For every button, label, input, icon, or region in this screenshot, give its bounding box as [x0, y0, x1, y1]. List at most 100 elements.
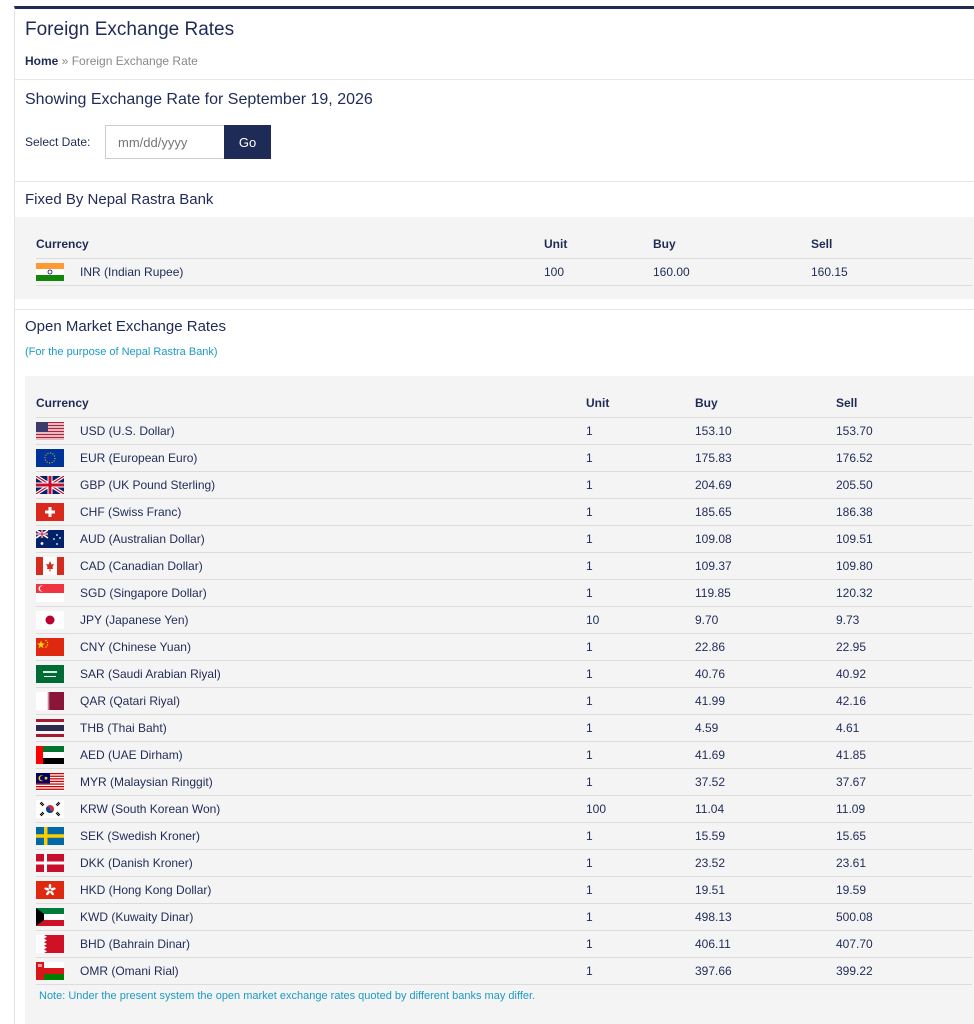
sell-cell: 23.61: [836, 849, 972, 877]
currency-name: BHD (Bahrain Dinar): [80, 936, 191, 951]
sell-cell: 120.32: [836, 579, 972, 607]
buy-cell: 109.08: [695, 525, 836, 553]
flag-kr-icon: [36, 799, 64, 818]
currency-name: KRW (South Korean Won): [80, 801, 221, 816]
unit-cell: 1: [586, 579, 695, 607]
currency-label-group: THB (Thai Baht): [36, 718, 586, 737]
currency-cell: QAR (Qatari Riyal): [36, 687, 586, 715]
currency-cell: CAD (Canadian Dollar): [36, 552, 586, 580]
unit-cell: 1: [586, 768, 695, 796]
flag-se-icon: [36, 826, 64, 845]
open-header-currency: Currency: [36, 390, 586, 418]
currency-name: JPY (Japanese Yen): [80, 612, 189, 627]
currency-cell: JPY (Japanese Yen): [36, 606, 586, 634]
sell-cell: 186.38: [836, 498, 972, 526]
currency-name: MYR (Malaysian Ringgit): [80, 774, 213, 789]
currency-cell: EUR (European Euro): [36, 444, 586, 472]
fixed-rates-title: Fixed By Nepal Rastra Bank: [25, 191, 214, 208]
unit-cell: 10: [586, 606, 695, 634]
unit-cell: 1: [586, 714, 695, 742]
unit-cell: 1: [586, 633, 695, 661]
flag-hk-icon: [36, 880, 64, 899]
flag-ch-icon: [36, 502, 64, 521]
currency-cell: INR (Indian Rupee): [36, 258, 544, 286]
open-market-table: Currency Unit Buy Sell USD (U.S. Dollar) 1 15…: [35, 390, 972, 985]
open-market-title: Open Market Exchange Rates: [25, 318, 226, 335]
sell-cell: 109.51: [836, 525, 972, 553]
sell-cell: 399.22: [836, 957, 972, 985]
currency-label-group: HKD (Hong Kong Dollar): [36, 880, 586, 899]
buy-cell: 22.86: [695, 633, 836, 661]
currency-name: CAD (Canadian Dollar): [80, 558, 203, 573]
buy-cell: 153.10: [695, 417, 836, 445]
sell-cell: 41.85: [836, 741, 972, 769]
fixed-header-currency: Currency: [36, 231, 544, 259]
currency-name: THB (Thai Baht): [80, 720, 167, 735]
unit-cell: 1: [586, 525, 695, 553]
breadcrumb-home-link[interactable]: Home: [25, 54, 58, 68]
buy-cell: 41.99: [695, 687, 836, 715]
currency-label-group: EUR (European Euro): [36, 448, 586, 467]
sell-cell: 15.65: [836, 822, 972, 850]
currency-label-group: CNY (Chinese Yuan): [36, 637, 586, 656]
flag-th-icon: [36, 718, 64, 737]
currency-label-group: KRW (South Korean Won): [36, 799, 586, 818]
currency-label-group: KWD (Kuwaity Dinar): [36, 907, 586, 926]
unit-cell: 1: [586, 903, 695, 931]
fixed-header-sell: Sell: [811, 231, 972, 259]
currency-cell: USD (U.S. Dollar): [36, 417, 586, 445]
currency-name: AED (UAE Dirham): [80, 747, 183, 762]
sell-cell: 205.50: [836, 471, 972, 499]
table-row: CNY (Chinese Yuan) 1 22.86 22.95: [36, 633, 972, 661]
currency-cell: THB (Thai Baht): [36, 714, 586, 742]
currency-cell: SEK (Swedish Kroner): [36, 822, 586, 850]
flag-my-icon: [36, 772, 64, 791]
currency-name: SAR (Saudi Arabian Riyal): [80, 666, 221, 681]
table-row: EUR (European Euro) 1 175.83 176.52: [36, 444, 972, 472]
currency-label-group: SGD (Singapore Dollar): [36, 583, 586, 602]
buy-cell: 11.04: [695, 795, 836, 823]
sell-cell: 9.73: [836, 606, 972, 634]
buy-cell: 9.70: [695, 606, 836, 634]
buy-cell: 37.52: [695, 768, 836, 796]
go-button[interactable]: Go: [224, 125, 271, 159]
page: Foreign Exchange Rates Home » Foreign Ex…: [14, 6, 974, 1024]
currency-cell: AUD (Australian Dollar): [35, 525, 586, 553]
currency-name: SGD (Singapore Dollar): [80, 585, 207, 600]
currency-label-group: INR (Indian Rupee): [36, 262, 544, 281]
table-row: AUD (Australian Dollar) 1 109.08 109.51: [35, 525, 972, 553]
table-row: KWD (Kuwaity Dinar) 1 498.13 500.08: [36, 903, 972, 931]
sell-cell: 22.95: [836, 633, 972, 661]
currency-name: DKK (Danish Kroner): [80, 855, 193, 870]
table-row: KRW (South Korean Won) 100 11.04 11.09: [36, 795, 972, 823]
open-market-subtitle: (For the purpose of Nepal Rastra Bank): [25, 346, 218, 358]
unit-cell: 1: [586, 660, 695, 688]
currency-cell: GBP (UK Pound Sterling): [35, 471, 586, 499]
sell-cell: 160.15: [811, 258, 972, 286]
unit-cell: 1: [586, 498, 695, 526]
currency-cell: OMR (Omani Rial): [36, 957, 586, 985]
flag-dk-icon: [36, 853, 64, 872]
flag-sg-icon: [36, 583, 64, 602]
divider: [15, 79, 974, 80]
currency-label-group: MYR (Malaysian Ringgit): [36, 772, 586, 791]
currency-label-group: SAR (Saudi Arabian Riyal): [36, 664, 586, 683]
showing-date-heading: Showing Exchange Rate for September 19, …: [25, 91, 373, 108]
unit-cell: 1: [586, 876, 695, 904]
currency-label-group: USD (U.S. Dollar): [36, 421, 586, 440]
flag-ae-icon: [36, 745, 64, 764]
currency-name: INR (Indian Rupee): [80, 264, 184, 279]
page-title: Foreign Exchange Rates: [25, 19, 235, 40]
open-header-unit: Unit: [586, 390, 695, 418]
table-row: MYR (Malaysian Ringgit) 1 37.52 37.67: [36, 768, 972, 796]
buy-cell: 397.66: [695, 957, 836, 985]
currency-label-group: JPY (Japanese Yen): [36, 610, 586, 629]
fixed-rates-table: Currency Unit Buy Sell INR (Indian Rupee) 10…: [36, 231, 972, 286]
currency-cell: SAR (Saudi Arabian Riyal): [36, 660, 586, 688]
currency-label-group: CAD (Canadian Dollar): [36, 556, 586, 575]
date-input[interactable]: [105, 125, 225, 159]
currency-cell: CHF (Swiss Franc): [36, 498, 586, 526]
table-row: THB (Thai Baht) 1 4.59 4.61: [36, 714, 972, 742]
currency-cell: HKD (Hong Kong Dollar): [36, 876, 586, 904]
sell-cell: 4.61: [836, 714, 972, 742]
